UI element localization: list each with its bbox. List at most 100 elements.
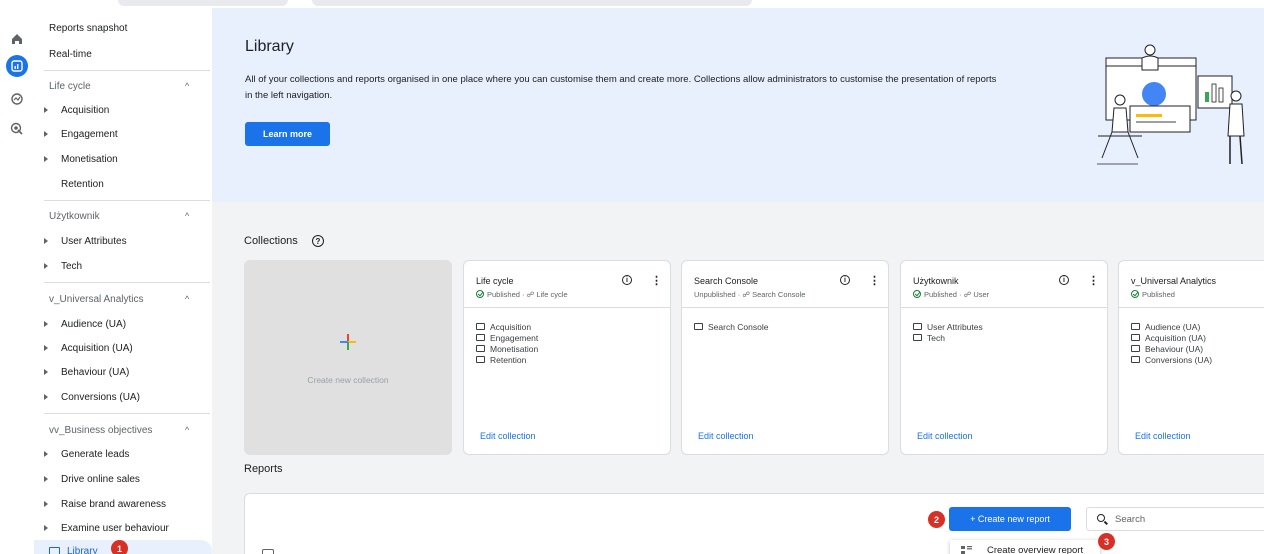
collection-card[interactable]: v_Universal Analytics Published Audience… xyxy=(1118,260,1264,455)
sidebar-item-drive-online-sales[interactable]: Drive online sales xyxy=(34,468,212,490)
chevron-up-icon: ^ xyxy=(185,425,190,435)
folder-icon xyxy=(1131,323,1140,330)
sidebar-section-universal-analytics[interactable]: v_Universal Analytics ^ xyxy=(34,288,212,310)
create-new-collection-card[interactable]: Create new collection xyxy=(244,260,452,455)
collection-status: Published xyxy=(1131,290,1175,299)
edit-collection-link[interactable]: Edit collection xyxy=(480,431,536,441)
sidebar-item-behaviour-ua[interactable]: Behaviour (UA) xyxy=(34,361,212,383)
step-badge-1: 1 xyxy=(111,540,128,554)
explore-icon[interactable] xyxy=(4,86,30,112)
edit-collection-link[interactable]: Edit collection xyxy=(1135,431,1191,441)
list-item: Engagement xyxy=(476,332,538,343)
sidebar-item-raise-brand-awareness[interactable]: Raise brand awareness xyxy=(34,493,212,515)
plus-icon xyxy=(340,334,356,350)
sidebar-item-examine-user-behaviour[interactable]: Examine user behaviour xyxy=(34,517,212,539)
folder-icon xyxy=(476,334,485,341)
collection-title: Użytkownik xyxy=(913,276,959,286)
search-icon xyxy=(1097,514,1105,522)
check-circle-icon xyxy=(1131,290,1139,298)
hero-description: All of your collections and reports orga… xyxy=(245,74,997,101)
sidebar-item-acquisition[interactable]: Acquisition xyxy=(34,99,212,121)
folder-icon xyxy=(694,323,703,330)
list-item: Conversions (UA) xyxy=(1131,354,1212,365)
select-all-checkbox[interactable] xyxy=(262,549,274,554)
folder-icon xyxy=(476,345,485,352)
address-bar[interactable] xyxy=(312,0,752,6)
expand-arrow-icon xyxy=(44,238,48,244)
info-icon[interactable]: i xyxy=(1059,275,1069,285)
divider xyxy=(44,282,210,283)
sidebar-item-user-attributes[interactable]: User Attributes xyxy=(34,230,212,252)
sidebar-item-engagement[interactable]: Engagement xyxy=(34,123,212,145)
collection-title: Search Console xyxy=(694,276,759,286)
collection-card[interactable]: Life cycle Published · ☍ Life cycle i ⋮ … xyxy=(463,260,671,455)
folder-icon xyxy=(476,356,485,363)
collection-items: Search Console xyxy=(694,321,768,332)
browser-tab[interactable] xyxy=(118,0,288,6)
expand-arrow-icon xyxy=(44,345,48,351)
check-circle-icon xyxy=(913,290,921,298)
more-vert-icon[interactable]: ⋮ xyxy=(869,274,880,287)
list-item: Search Console xyxy=(694,321,768,332)
sidebar-item-audience-ua[interactable]: Audience (UA) xyxy=(34,313,212,335)
create-overview-report-item[interactable]: Create overview report xyxy=(987,545,1083,554)
home-icon[interactable] xyxy=(4,26,30,52)
sidebar-item-real-time[interactable]: Real-time xyxy=(34,43,212,65)
collection-status: Unpublished · ☍ Search Console xyxy=(694,290,806,299)
info-icon[interactable]: i xyxy=(840,275,850,285)
collection-card[interactable]: Search Console Unpublished · ☍ Search Co… xyxy=(681,260,889,455)
sidebar-section-life-cycle[interactable]: Life cycle ^ xyxy=(34,75,212,97)
overview-report-icon xyxy=(961,546,972,554)
reports-icon[interactable] xyxy=(6,55,28,77)
list-item: Acquisition (UA) xyxy=(1131,332,1212,343)
search-input[interactable]: Search xyxy=(1086,507,1264,531)
edit-collection-link[interactable]: Edit collection xyxy=(917,431,973,441)
collection-card[interactable]: Użytkownik Published · ☍ User i ⋮ User A… xyxy=(900,260,1108,455)
collection-status: Published · ☍ Life cycle xyxy=(476,290,568,299)
sidebar-item-tech[interactable]: Tech xyxy=(34,255,212,277)
expand-arrow-icon xyxy=(44,321,48,327)
expand-arrow-icon xyxy=(44,525,48,531)
collection-items: User Attributes Tech xyxy=(913,321,983,343)
edit-collection-link[interactable]: Edit collection xyxy=(698,431,754,441)
divider xyxy=(44,70,210,71)
list-item: Acquisition xyxy=(476,321,538,332)
sidebar-item-acquisition-ua[interactable]: Acquisition (UA) xyxy=(34,337,212,359)
divider xyxy=(464,307,670,308)
search-placeholder: Search xyxy=(1115,514,1146,525)
sidebar-item-conversions-ua[interactable]: Conversions (UA) xyxy=(34,386,212,408)
folder-icon xyxy=(1131,345,1140,352)
link-icon: ☍ xyxy=(963,290,972,299)
create-report-menu: Create overview report xyxy=(950,540,1100,554)
collection-title: v_Universal Analytics xyxy=(1131,276,1217,286)
library-illustration xyxy=(1097,44,1245,165)
sidebar-section-business-objectives[interactable]: vv_Business objectives ^ xyxy=(34,419,212,441)
browser-top-strip xyxy=(0,0,1264,8)
library-hero-banner: Library All of your collections and repo… xyxy=(212,8,1264,202)
create-new-report-button[interactable]: + Create new report xyxy=(949,507,1071,531)
learn-more-button[interactable]: Learn more xyxy=(245,122,330,146)
sidebar-item-retention[interactable]: Retention xyxy=(34,173,212,195)
expand-arrow-icon xyxy=(44,501,48,507)
step-badge-3: 3 xyxy=(1098,533,1115,550)
sidebar-item-generate-leads[interactable]: Generate leads xyxy=(34,443,212,465)
link-icon: ☍ xyxy=(742,290,750,299)
expand-arrow-icon xyxy=(44,394,48,400)
collection-items: Acquisition Engagement Monetisation Rete… xyxy=(476,321,538,365)
nav-rail xyxy=(0,8,34,554)
expand-arrow-icon xyxy=(44,156,48,162)
sidebar-item-monetisation[interactable]: Monetisation xyxy=(34,148,212,170)
info-icon[interactable]: i xyxy=(622,275,632,285)
more-vert-icon[interactable]: ⋮ xyxy=(651,274,662,287)
folder-icon xyxy=(913,334,922,341)
sidebar-section-uzytkownik[interactable]: Użytkownik ^ xyxy=(34,205,212,227)
expand-arrow-icon xyxy=(44,263,48,269)
sidebar-item-reports-snapshot[interactable]: Reports snapshot xyxy=(34,17,212,39)
help-icon[interactable]: ? xyxy=(312,235,324,247)
more-vert-icon[interactable]: ⋮ xyxy=(1088,274,1099,287)
chevron-up-icon: ^ xyxy=(185,211,190,221)
folder-icon xyxy=(1131,356,1140,363)
list-item: Monetisation xyxy=(476,343,538,354)
advertising-icon[interactable] xyxy=(4,116,30,142)
check-circle-icon xyxy=(476,290,484,298)
